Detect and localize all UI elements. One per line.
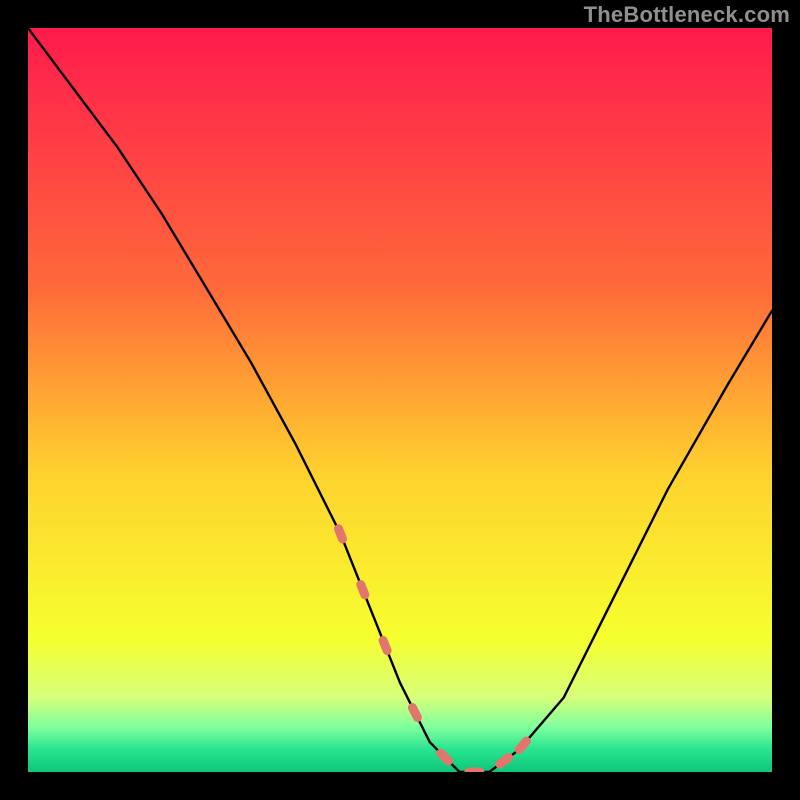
recommended-range-markers: [333, 523, 533, 772]
bottleneck-curve: [28, 28, 772, 772]
plot-area: [28, 28, 772, 772]
range-marker: [406, 702, 423, 724]
range-marker: [377, 635, 393, 657]
range-marker: [464, 768, 484, 773]
range-marker: [333, 523, 349, 545]
chart-frame: TheBottleneck.com: [0, 0, 800, 800]
range-marker: [355, 579, 371, 601]
watermark-text: TheBottleneck.com: [584, 2, 790, 28]
curve-layer: [28, 28, 772, 772]
